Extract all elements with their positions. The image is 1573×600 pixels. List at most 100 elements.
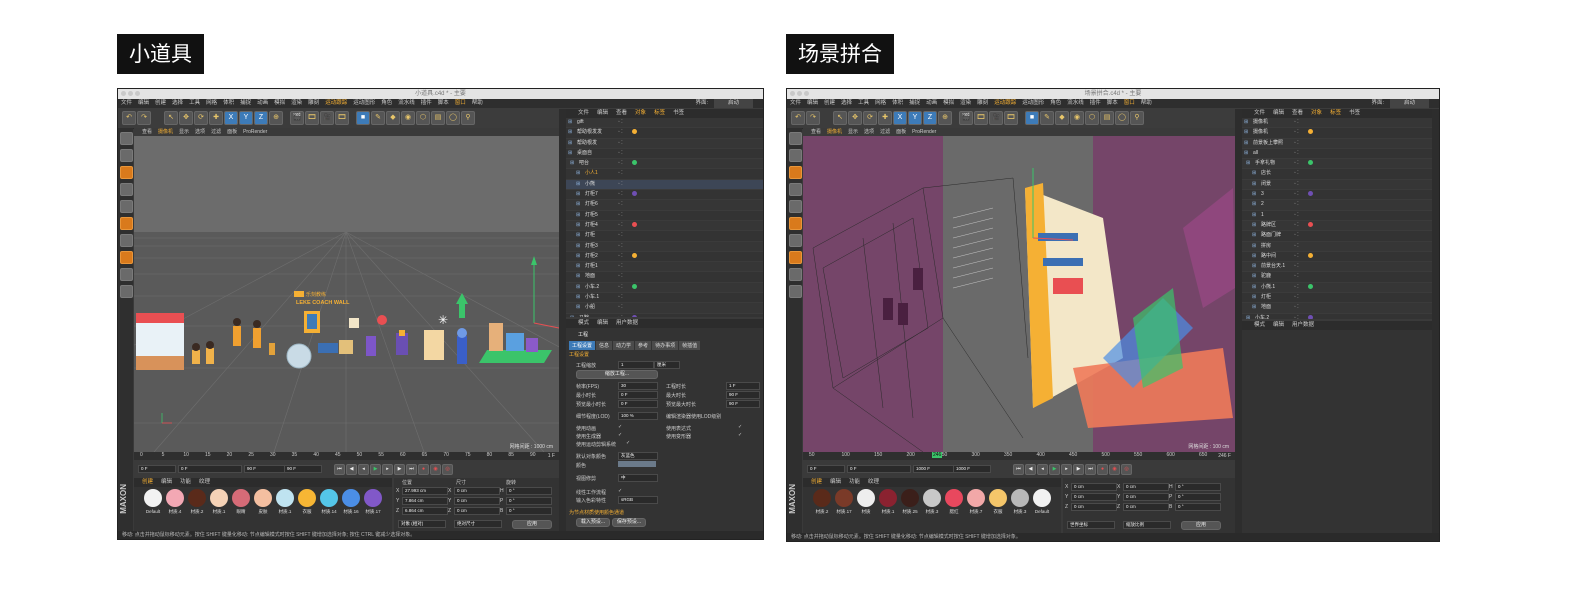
material-swatch[interactable] (813, 489, 831, 507)
attr-subtab[interactable]: 待办事项 (652, 341, 679, 350)
object-row[interactable]: ⊞ 店长 ◦ ⁚ (1242, 169, 1432, 180)
visibility-flags[interactable]: ◦ ⁚ (618, 303, 623, 312)
use-gen-check[interactable]: ✓ (618, 432, 622, 438)
visibility-flags[interactable]: ◦ ⁚ (1294, 303, 1299, 312)
object-row[interactable]: ⊞ 前景板上攀照 ◦ ⁚ (1242, 138, 1432, 149)
timeline-current-frame[interactable]: 246 (932, 452, 943, 458)
next-key-button[interactable]: ▶ (394, 464, 405, 475)
frame-field[interactable]: 0 F (138, 465, 176, 473)
material-tab[interactable]: 编辑 (161, 478, 172, 487)
material-tab[interactable]: 纹理 (199, 478, 210, 487)
visibility-flags[interactable]: ◦ ⁚ (618, 159, 623, 168)
menu-item[interactable]: 雕刻 (977, 99, 988, 108)
material-swatch[interactable] (144, 489, 162, 507)
z-axis-icon[interactable]: Z (254, 111, 268, 125)
menu-item[interactable]: 帮助 (1141, 99, 1152, 108)
object-tab[interactable]: 书签 (673, 109, 684, 118)
object-row[interactable]: ⊞ 小车.2 ◦ ⁚ (1242, 314, 1432, 319)
window-controls[interactable] (121, 91, 140, 96)
rotate-icon[interactable]: ⟳ (194, 111, 208, 125)
material-tab[interactable]: 创建 (142, 478, 153, 487)
object-row[interactable]: ⊞ 前景台天.1 ◦ ⁚ (1242, 262, 1432, 273)
material-swatch[interactable] (1011, 489, 1029, 507)
object-row[interactable]: ⊞ 路中间 ◦ ⁚ (1242, 252, 1432, 263)
menu-item[interactable]: 动画 (257, 99, 268, 108)
menu-item[interactable]: 窗口 (455, 99, 466, 108)
use-motion-check[interactable]: ✓ (626, 440, 630, 446)
deformer-icon[interactable]: ⬡ (1085, 111, 1099, 125)
coord-pos-field[interactable]: 0 cm (1071, 493, 1117, 501)
menu-item[interactable]: 脚本 (1107, 99, 1118, 108)
object-row[interactable]: ⊞ 灯柜1 ◦ ⁚ (566, 262, 763, 273)
x-axis-icon[interactable]: X (224, 111, 238, 125)
menu-item[interactable]: 选择 (841, 99, 852, 108)
frame-field[interactable]: 0 F (847, 465, 911, 473)
object-tab[interactable]: 对象 (1311, 109, 1322, 118)
visibility-flags[interactable]: ◦ ⁚ (618, 221, 623, 230)
keyframe-button[interactable]: ◎ (1121, 464, 1132, 475)
next-frame-button[interactable]: ▸ (382, 464, 393, 475)
attr-subtab[interactable]: 帧插值 (679, 341, 701, 350)
preview-max-field[interactable]: 90 F (726, 400, 760, 408)
y-axis-icon[interactable]: Y (908, 111, 922, 125)
visibility-flags[interactable]: ◦ ⁚ (618, 169, 623, 178)
visibility-flags[interactable]: ◦ ⁚ (1294, 159, 1299, 168)
menu-item[interactable]: 运动图形 (1022, 99, 1044, 108)
interface-select[interactable]: 启动 (1389, 99, 1429, 108)
pen-icon[interactable]: ✎ (1040, 111, 1054, 125)
min-time-field[interactable]: 0 F (618, 391, 658, 399)
object-row[interactable]: ⊞ gift ◦ ⁚ (566, 118, 763, 129)
floor-icon[interactable]: ▤ (431, 111, 445, 125)
timeline-ruler[interactable]: 50 100 150 200 250 300 350 400 450 500 550 600 650 (803, 452, 1235, 460)
visibility-flags[interactable]: ◦ ⁚ (618, 293, 623, 302)
tag-icons[interactable] (1308, 190, 1314, 199)
render-view-icon[interactable]: 🎬 (290, 111, 304, 125)
material-swatch[interactable] (254, 489, 272, 507)
visibility-flags[interactable]: ◦ ⁚ (1294, 293, 1299, 302)
visibility-flags[interactable]: ◦ ⁚ (618, 242, 623, 251)
material-swatch[interactable] (320, 489, 338, 507)
coord-size-field[interactable]: 0 cm (454, 487, 500, 495)
coord-size-select[interactable]: 绝对尺寸 (454, 520, 502, 528)
visibility-flags[interactable]: ◦ ⁚ (1294, 283, 1299, 292)
material-swatch[interactable] (835, 489, 853, 507)
point-mode-icon[interactable] (789, 200, 802, 213)
object-tab[interactable]: 文件 (578, 109, 589, 118)
coord-size-field[interactable]: 0 cm (454, 507, 500, 515)
object-row[interactable]: ⊞ all ◦ ⁚ (1242, 149, 1432, 160)
object-row[interactable]: ⊞ 路牌区 ◦ ⁚ (1242, 220, 1432, 232)
object-row[interactable]: ⊞ 灯柜6 ◦ ⁚ (566, 200, 763, 211)
menu-item[interactable]: 选择 (172, 99, 183, 108)
visibility-flags[interactable]: ◦ ⁚ (1294, 190, 1299, 199)
menu-item[interactable]: 流水线 (398, 99, 415, 108)
sphere-icon[interactable]: ◉ (401, 111, 415, 125)
object-row[interactable]: ⊞ 1 ◦ ⁚ (1242, 211, 1432, 221)
visibility-flags[interactable]: ◦ ⁚ (618, 128, 623, 137)
max-time-field[interactable]: 90 F (726, 391, 760, 399)
visibility-flags[interactable]: ◦ ⁚ (1294, 242, 1299, 251)
visibility-flags[interactable]: ◦ ⁚ (1294, 314, 1299, 319)
attr-header-tab[interactable]: 编辑 (597, 319, 608, 328)
edge-mode-icon[interactable] (120, 183, 133, 196)
visibility-flags[interactable]: ◦ ⁚ (1294, 211, 1299, 220)
timeline-ruler[interactable]: 0 5 10 15 20 25 30 35 40 45 50 55 60 65 70 75 80 85 90 (134, 452, 559, 460)
object-tab[interactable]: 对象 (635, 109, 646, 118)
render-icon[interactable]: 🎞 (974, 111, 988, 125)
material-swatch[interactable] (364, 489, 382, 507)
visibility-flags[interactable]: ◦ ⁚ (1294, 200, 1299, 209)
frame-field[interactable]: 90 F (284, 465, 322, 473)
object-row[interactable]: ⊞ 灯柜 ◦ ⁚ (566, 231, 763, 242)
visibility-flags[interactable]: ◦ ⁚ (618, 314, 623, 317)
workplane-icon[interactable] (789, 268, 802, 281)
rotate-icon[interactable]: ⟳ (863, 111, 877, 125)
move-icon[interactable]: ✥ (179, 111, 193, 125)
next-frame-button[interactable]: ▸ (1061, 464, 1072, 475)
object-row[interactable]: ⊞ 摄像机 ◦ ⁚ (1242, 128, 1432, 139)
coord-rot-field[interactable]: 0 ° (506, 507, 552, 515)
tag-icons[interactable] (632, 159, 638, 168)
menu-item[interactable]: 雕刻 (308, 99, 319, 108)
next-key-button[interactable]: ▶ (1073, 464, 1084, 475)
go-end-button[interactable]: ⏭ (406, 464, 417, 475)
object-row[interactable]: ⊞ 手拿礼物 ◦ ⁚ (1242, 159, 1432, 170)
apply-button[interactable]: 应用 (512, 520, 552, 529)
